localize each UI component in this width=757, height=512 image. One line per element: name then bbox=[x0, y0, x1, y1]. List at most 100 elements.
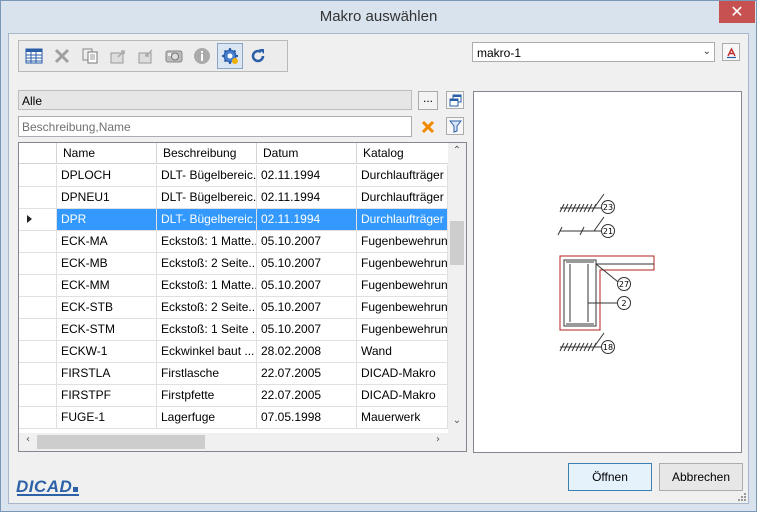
name-cell[interactable]: DPNEU1 bbox=[57, 187, 157, 208]
close-button[interactable]: ✕ bbox=[719, 1, 755, 23]
table-view-button[interactable] bbox=[21, 43, 47, 69]
table-row[interactable]: ECK-STM Eckstoß: 1 Seite ... 05.10.2007 Fug… bbox=[19, 319, 448, 341]
import-button[interactable] bbox=[133, 43, 159, 69]
description-cell[interactable]: Firstpfette bbox=[157, 385, 257, 406]
header-name[interactable]: Name bbox=[57, 143, 157, 164]
name-cell[interactable]: ECK-STM bbox=[57, 319, 157, 340]
description-cell[interactable]: DLT- Bügelbereic... bbox=[157, 187, 257, 208]
header-date[interactable]: Datum bbox=[257, 143, 357, 164]
date-cell[interactable]: 02.11.1994 bbox=[257, 165, 357, 186]
info-button[interactable] bbox=[189, 43, 215, 69]
catalog-cell[interactable]: Durchlaufträger bbox=[357, 165, 448, 186]
scroll-right-icon[interactable]: › bbox=[430, 434, 446, 450]
vertical-scrollbar[interactable]: ⌃ ⌄ bbox=[448, 143, 466, 433]
header-description[interactable]: Beschreibung bbox=[157, 143, 257, 164]
date-cell[interactable]: 05.10.2007 bbox=[257, 253, 357, 274]
catalog-cell[interactable]: Fugenbewehrung bbox=[357, 231, 448, 252]
name-cell[interactable]: FUGE-1 bbox=[57, 407, 157, 428]
table-row[interactable]: ECK-MM Eckstoß: 1 Matte... 05.10.2007 Fugen… bbox=[19, 275, 448, 297]
table-row[interactable]: FUGE-1 Lagerfuge 07.05.1998 Mauerwerk bbox=[19, 407, 448, 429]
description-cell[interactable]: Eckstoß: 1 Seite ... bbox=[157, 319, 257, 340]
name-cell[interactable]: ECK-MA bbox=[57, 231, 157, 252]
description-cell[interactable]: Eckstoß: 2 Seite... bbox=[157, 297, 257, 318]
filter-button[interactable] bbox=[446, 117, 464, 135]
horizontal-scroll-thumb[interactable] bbox=[37, 435, 205, 449]
description-cell[interactable]: DLT- Bügelbereic... bbox=[157, 209, 257, 230]
clear-filter-button[interactable] bbox=[418, 117, 436, 135]
delete-button[interactable] bbox=[49, 43, 75, 69]
catalog-cell[interactable]: Fugenbewehrung bbox=[357, 253, 448, 274]
open-button[interactable]: Öffnen bbox=[568, 463, 652, 491]
table-row[interactable]: DPNEU1 DLT- Bügelbereic... 02.11.1994 Durch… bbox=[19, 187, 448, 209]
description-cell[interactable]: Eckstoß: 2 Seite... bbox=[157, 253, 257, 274]
date-cell[interactable]: 05.10.2007 bbox=[257, 297, 357, 318]
table-row[interactable]: DPLOCH DLT- Bügelbereic... 02.11.1994 Durch… bbox=[19, 165, 448, 187]
row-indicator-cell[interactable] bbox=[19, 209, 57, 230]
date-cell[interactable]: 05.10.2007 bbox=[257, 231, 357, 252]
table-row[interactable]: ECK-MB Eckstoß: 2 Seite... 05.10.2007 Fugen… bbox=[19, 253, 448, 275]
table-row[interactable]: ECKW-1 Eckwinkel baut ... 28.02.2008 Wand bbox=[19, 341, 448, 363]
resize-grip-icon[interactable] bbox=[736, 491, 746, 501]
horizontal-scrollbar[interactable]: ‹ › bbox=[19, 433, 448, 451]
row-indicator-cell[interactable] bbox=[19, 385, 57, 406]
date-cell[interactable]: 05.10.2007 bbox=[257, 275, 357, 296]
row-indicator-cell[interactable] bbox=[19, 231, 57, 252]
name-cell[interactable]: FIRSTLA bbox=[57, 363, 157, 384]
row-indicator-cell[interactable] bbox=[19, 363, 57, 384]
date-cell[interactable]: 02.11.1994 bbox=[257, 187, 357, 208]
catalog-cell[interactable]: DICAD-Makro bbox=[357, 363, 448, 384]
description-cell[interactable]: Firstlasche bbox=[157, 363, 257, 384]
name-cell[interactable]: ECKW-1 bbox=[57, 341, 157, 362]
name-cell[interactable]: ECK-MB bbox=[57, 253, 157, 274]
catalog-cell[interactable]: Fugenbewehrung bbox=[357, 319, 448, 340]
name-cell[interactable]: FIRSTPF bbox=[57, 385, 157, 406]
scroll-down-icon[interactable]: ⌄ bbox=[448, 415, 466, 431]
name-cell[interactable]: ECK-MM bbox=[57, 275, 157, 296]
search-input[interactable] bbox=[19, 117, 411, 136]
table-row[interactable]: DPR DLT- Bügelbereic... 02.11.1994 Durchlau… bbox=[19, 209, 448, 231]
description-cell[interactable]: Lagerfuge bbox=[157, 407, 257, 428]
catalog-cell[interactable]: Mauerwerk bbox=[357, 407, 448, 428]
catalog-cell[interactable]: Fugenbewehrung bbox=[357, 297, 448, 318]
scroll-up-icon[interactable]: ⌃ bbox=[448, 145, 466, 161]
export-button[interactable] bbox=[105, 43, 131, 69]
header-catalog[interactable]: Katalog bbox=[357, 143, 448, 164]
cancel-button[interactable]: Abbrechen bbox=[659, 463, 743, 491]
vertical-scroll-thumb[interactable] bbox=[450, 221, 464, 265]
macro-dropdown[interactable]: makro-1 ⌄ bbox=[472, 42, 715, 62]
macro-edit-button[interactable] bbox=[722, 43, 740, 61]
settings-button[interactable] bbox=[217, 43, 243, 69]
catalog-cell[interactable]: Durchlaufträger bbox=[357, 209, 448, 230]
scroll-left-icon[interactable]: ‹ bbox=[20, 434, 36, 450]
description-cell[interactable]: Eckstoß: 1 Matte... bbox=[157, 275, 257, 296]
row-indicator-cell[interactable] bbox=[19, 407, 57, 428]
date-cell[interactable]: 28.02.2008 bbox=[257, 341, 357, 362]
name-cell[interactable]: DPR bbox=[57, 209, 157, 230]
date-cell[interactable]: 05.10.2007 bbox=[257, 319, 357, 340]
row-indicator-cell[interactable] bbox=[19, 165, 57, 186]
refresh-button[interactable] bbox=[245, 43, 271, 69]
row-indicator-cell[interactable] bbox=[19, 187, 57, 208]
row-indicator-cell[interactable] bbox=[19, 275, 57, 296]
date-cell[interactable]: 22.07.2005 bbox=[257, 363, 357, 384]
row-indicator-cell[interactable] bbox=[19, 341, 57, 362]
date-cell[interactable]: 02.11.1994 bbox=[257, 209, 357, 230]
table-row[interactable]: ECK-STB Eckstoß: 2 Seite... 05.10.2007 Fuge… bbox=[19, 297, 448, 319]
table-row[interactable]: FIRSTPF Firstpfette 22.07.2005 DICAD-Makro bbox=[19, 385, 448, 407]
row-indicator-cell[interactable] bbox=[19, 253, 57, 274]
catalog-window-button[interactable] bbox=[446, 91, 464, 109]
date-cell[interactable]: 07.05.1998 bbox=[257, 407, 357, 428]
snapshot-button[interactable] bbox=[161, 43, 187, 69]
catalog-cell[interactable]: Wand bbox=[357, 341, 448, 362]
row-indicator-cell[interactable] bbox=[19, 297, 57, 318]
table-row[interactable]: FIRSTLA Firstlasche 22.07.2005 DICAD-Makro bbox=[19, 363, 448, 385]
catalog-browse-button[interactable]: ... bbox=[418, 91, 438, 110]
description-cell[interactable]: DLT- Bügelbereic... bbox=[157, 165, 257, 186]
catalog-cell[interactable]: Durchlaufträger bbox=[357, 187, 448, 208]
description-cell[interactable]: Eckwinkel baut ... bbox=[157, 341, 257, 362]
row-indicator-cell[interactable] bbox=[19, 319, 57, 340]
date-cell[interactable]: 22.07.2005 bbox=[257, 385, 357, 406]
table-row[interactable]: ECK-MA Eckstoß: 1 Matte... 05.10.2007 Fugen… bbox=[19, 231, 448, 253]
title-bar[interactable]: Makro auswählen ✕ bbox=[1, 1, 756, 33]
name-cell[interactable]: ECK-STB bbox=[57, 297, 157, 318]
